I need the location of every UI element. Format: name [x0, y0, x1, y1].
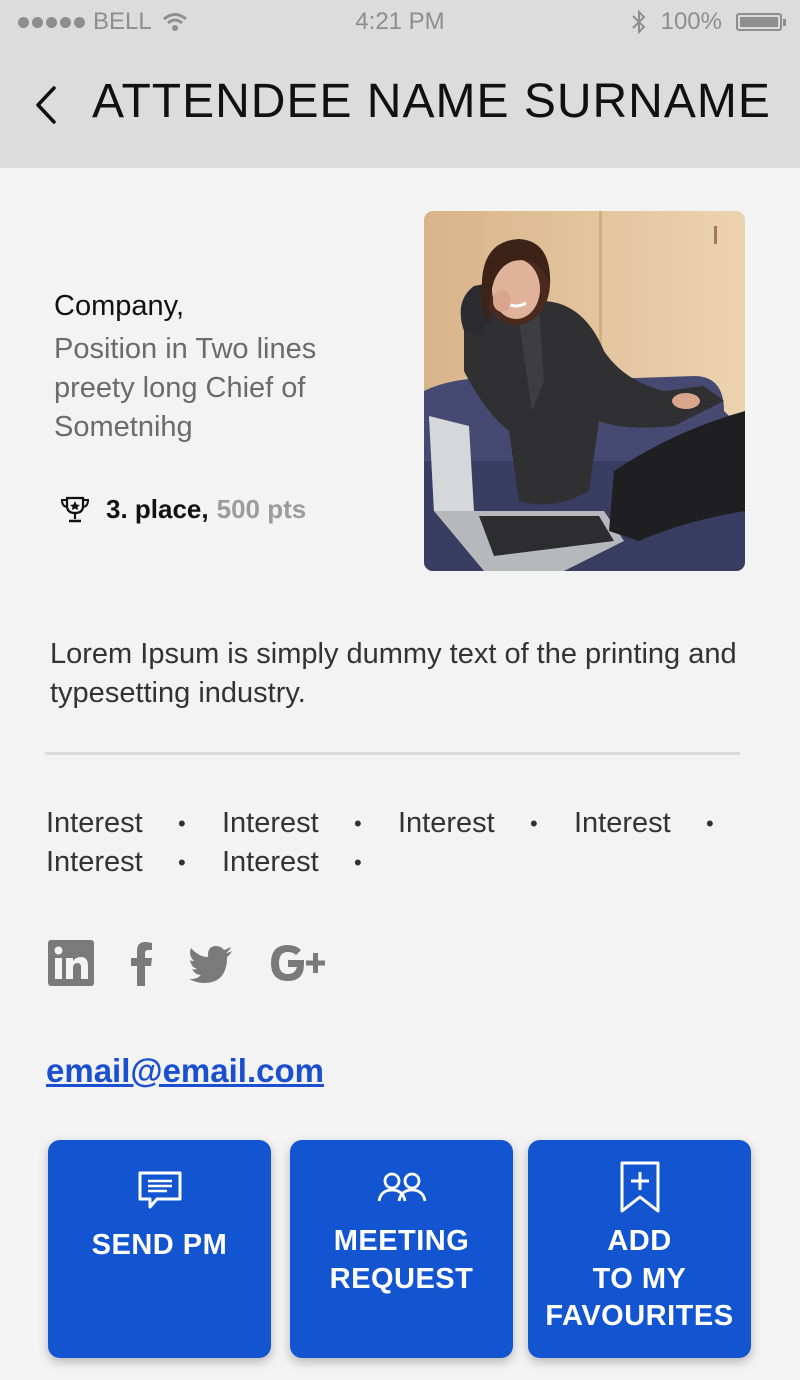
- people-icon: [376, 1170, 428, 1209]
- email-link[interactable]: email@email.com: [46, 1052, 324, 1090]
- chevron-left-icon: [36, 86, 56, 124]
- back-button[interactable]: [30, 80, 70, 130]
- nav-bar: ATTENDEE NAME SURNAME: [0, 46, 800, 168]
- status-right: 100%: [631, 8, 786, 36]
- page-title: ATTENDEE NAME SURNAME: [92, 75, 771, 128]
- bluetooth-icon: [631, 9, 646, 35]
- bookmark-plus-icon: [618, 1160, 662, 1219]
- trophy-icon: [60, 496, 90, 522]
- position-title: Position in Two lines preety long Chief …: [54, 333, 317, 443]
- message-icon: [137, 1170, 183, 1215]
- fav-label-line3: FAVOURITES: [545, 1300, 734, 1332]
- add-favourites-button[interactable]: ADD TO MY FAVOURITES: [528, 1140, 751, 1358]
- interest-tag[interactable]: Interest: [46, 804, 222, 843]
- bio-text: Lorem Ipsum is simply dummy text of the …: [50, 638, 737, 709]
- battery-percent: 100%: [660, 8, 722, 35]
- status-bar: BELL 4:21 PM 100%: [0, 0, 800, 46]
- google-plus-icon[interactable]: [268, 940, 330, 991]
- rank-info: 3. place, 500 pts: [60, 494, 306, 525]
- interest-tag[interactable]: Interest: [398, 804, 574, 843]
- avatar: [424, 211, 745, 571]
- interest-tag[interactable]: Interest: [46, 843, 222, 882]
- battery-icon: [736, 13, 786, 31]
- company-name: Company,: [54, 290, 185, 322]
- fav-label-line1: ADD: [607, 1225, 672, 1257]
- rank-place: 3. place,: [106, 494, 209, 524]
- linkedin-icon[interactable]: [48, 940, 94, 991]
- twitter-icon[interactable]: [188, 943, 234, 988]
- interest-tag[interactable]: Interest: [222, 804, 398, 843]
- facebook-icon[interactable]: [128, 940, 154, 991]
- interest-tag[interactable]: Interest: [574, 804, 750, 843]
- meeting-request-button[interactable]: MEETING REQUEST: [290, 1140, 513, 1358]
- fav-label-line2: TO MY: [592, 1263, 687, 1295]
- interest-tag[interactable]: Interest: [222, 843, 398, 882]
- send-pm-button[interactable]: SEND PM: [48, 1140, 271, 1358]
- interests-list: Interest Interest Interest Interest Inte…: [46, 804, 766, 882]
- rank-points: 500 pts: [216, 494, 307, 524]
- meeting-label-line2: REQUEST: [329, 1263, 474, 1295]
- meeting-label-line1: MEETING: [333, 1225, 470, 1257]
- battery-fill: [740, 17, 778, 27]
- send-pm-label: SEND PM: [91, 1229, 228, 1261]
- social-links: [48, 940, 330, 991]
- divider: [45, 752, 740, 755]
